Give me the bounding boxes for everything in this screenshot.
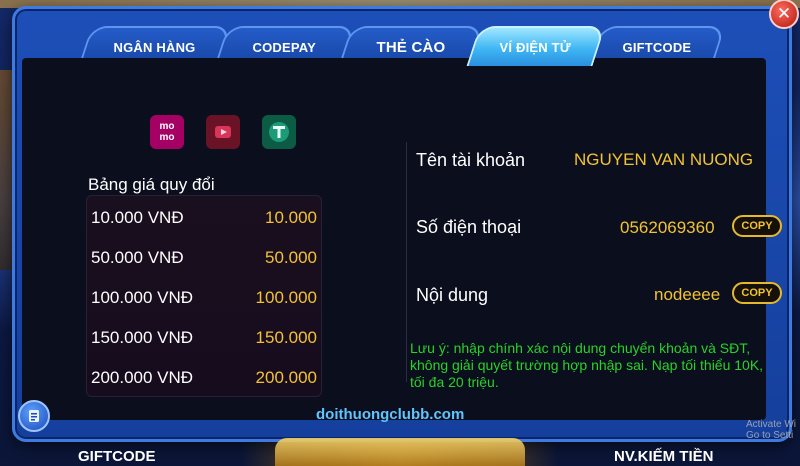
price-value: 200.000 — [255, 368, 317, 387]
price-row: 150.000 VNĐ 150.000 — [87, 318, 323, 358]
price-row: 100.000 VNĐ 100.000 — [87, 278, 323, 318]
bottom-gold-button — [275, 438, 525, 466]
bottom-mission-link[interactable]: NV.KIẾM TIỀN — [614, 448, 713, 465]
account-name-value: NGUYEN VAN NUONG — [574, 150, 754, 169]
content-value: nodeeee — [654, 285, 721, 304]
price-vnd: 10.000 VNĐ — [91, 208, 184, 227]
phone-value: 0562069360 — [620, 218, 715, 237]
price-row: 10.000 VNĐ 10.000 — [87, 198, 323, 238]
content-label: Nội dung — [416, 285, 489, 305]
copy-phone-button[interactable]: COPY — [732, 215, 782, 237]
price-row: 50.000 VNĐ 50.000 — [87, 238, 323, 278]
activation-watermark: Activate Wi Go to Setti — [746, 419, 797, 441]
column-divider — [406, 142, 407, 382]
price-vnd: 100.000 VNĐ — [91, 288, 194, 307]
price-vnd: 150.000 VNĐ — [91, 328, 194, 347]
close-icon: ✕ — [776, 4, 792, 23]
bottom-giftcode-link[interactable]: GIFTCODE — [78, 448, 156, 465]
history-icon[interactable] — [18, 400, 50, 432]
price-value: 50.000 — [265, 248, 317, 267]
usdt-tether-icon[interactable] — [262, 115, 296, 149]
price-row: 200.000 VNĐ 200.000 — [87, 358, 323, 398]
price-vnd: 50.000 VNĐ — [91, 248, 184, 267]
momo-logo-text: mo mo — [159, 121, 175, 143]
price-value: 150.000 — [255, 328, 317, 347]
copy-content-button[interactable]: COPY — [732, 282, 782, 304]
price-table: 10.000 VNĐ 10.000 50.000 VNĐ 50.000 100.00… — [86, 195, 322, 397]
price-value: 100.000 — [255, 288, 317, 307]
momo-icon[interactable]: mo mo — [150, 115, 184, 149]
price-value: 10.000 — [265, 208, 317, 227]
price-vnd: 200.000 VNĐ — [91, 368, 194, 387]
account-name-label: Tên tài khoản — [416, 150, 526, 170]
price-table-title: Bảng giá quy đổi — [88, 175, 215, 194]
phone-label: Số điện thoại — [416, 217, 522, 237]
tab-e-wallet[interactable]: VÍ ĐIỆN TỬ — [466, 26, 606, 66]
viettel-money-icon[interactable] — [206, 115, 240, 149]
wallet-icon-row: mo mo — [150, 115, 296, 149]
deposit-note: Lưu ý: nhập chính xác nội dung chuyển kh… — [410, 340, 764, 390]
close-button[interactable]: ✕ — [769, 0, 799, 29]
site-url-watermark: doithuongclubb.com — [316, 406, 465, 423]
content-panel: mo mo Bảng giá quy đổi 10.000 VNĐ 10.000 … — [22, 58, 782, 423]
